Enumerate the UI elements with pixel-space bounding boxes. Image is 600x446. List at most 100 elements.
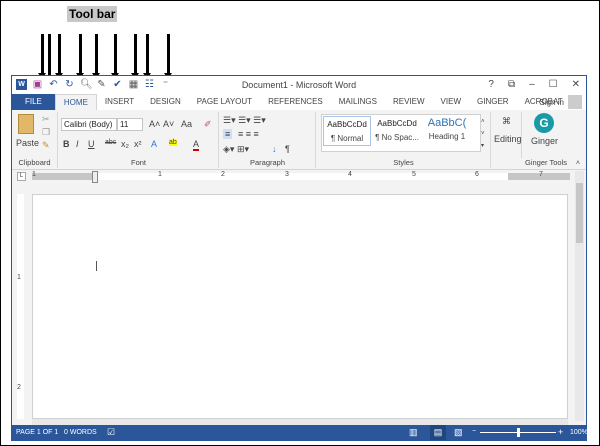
avatar[interactable] [568, 95, 582, 109]
ginger-logo-icon[interactable]: G [534, 113, 554, 133]
style-name: ¶ No Spac... [375, 133, 419, 142]
text-cursor [96, 261, 97, 271]
window-controls: ? ⧉ – ☐ ✕ [488, 79, 580, 90]
show-formatting-icon[interactable]: ¶ [285, 144, 290, 154]
status-bar: PAGE 1 OF 1 0 WORDS ☑ ▥ ▤ ▧ − + 100% [12, 425, 588, 440]
format-painter-icon[interactable]: ✎ [42, 140, 50, 151]
find-icon[interactable]: ⌘ [502, 116, 511, 127]
proofing-icon[interactable]: ☑ [107, 427, 115, 438]
tab-ginger[interactable]: GINGER [469, 94, 517, 110]
styles-scroll-icon[interactable]: ˄ ˅ ▾ [481, 116, 485, 152]
paste-button[interactable]: Paste [16, 138, 39, 148]
ruler-margin [32, 173, 94, 180]
paragraph-group: ☰▾ ☰▾ ☰▾ ≡ ≡ ≡ ≡ ◈▾ ⊞▾ ↓ ¶ Paragraph [220, 112, 316, 168]
sort-icon[interactable]: ↓ [272, 144, 277, 154]
style-name: Heading 1 [428, 132, 466, 141]
subscript-icon[interactable]: x₂ [121, 139, 129, 149]
toolbar-annotation-label: Tool bar [67, 6, 118, 22]
close-button[interactable]: ✕ [572, 79, 580, 90]
tab-design[interactable]: DESIGN [142, 94, 189, 110]
maximize-button[interactable]: ☐ [549, 79, 558, 90]
italic-icon[interactable]: I [76, 139, 79, 149]
zoom-slider-thumb[interactable] [517, 428, 520, 437]
ruler-number: 1 [32, 171, 36, 178]
superscript-icon[interactable]: x² [134, 139, 142, 149]
editing-button[interactable]: Editing [494, 134, 522, 144]
group-label: Clipboard [18, 158, 51, 167]
zoom-out-button[interactable]: − [472, 428, 476, 435]
clear-formatting-icon[interactable]: ✐ [204, 119, 212, 130]
font-color-icon[interactable]: A [193, 139, 200, 151]
collapse-ribbon-icon[interactable]: ˄ [576, 160, 580, 167]
bullets-icon[interactable]: ☰▾ ☰▾ ☰▾ [223, 115, 266, 126]
group-label: Ginger Tools [525, 158, 567, 167]
text-effects-icon[interactable]: A [151, 139, 157, 149]
tab-page-layout[interactable]: PAGE LAYOUT [189, 94, 260, 110]
annotation-arrow [92, 34, 100, 79]
styles-group: AaBbCcDd ¶ Normal AaBbCcDd ¶ No Spac... … [317, 112, 491, 168]
tab-references[interactable]: REFERENCES [260, 94, 331, 110]
annotation-arrow [143, 34, 151, 79]
horizontal-ruler[interactable]: L 1 1 2 3 4 5 6 7 [12, 171, 586, 183]
shading-icon[interactable]: ◈▾ ⊞▾ [223, 144, 249, 155]
title-bar: W ▣ ↶ ↻ 🔍︎ ✎ ✔ ▦ ☷ ⁼ Document1 - Microso… [12, 76, 586, 94]
copy-icon[interactable]: ❐ [42, 127, 50, 138]
align-left-icon[interactable]: ≡ [223, 129, 233, 139]
zoom-in-button[interactable]: + [558, 427, 563, 437]
minimize-button[interactable]: – [529, 79, 535, 90]
web-layout-icon[interactable]: ▧ [454, 427, 463, 438]
paste-icon[interactable] [18, 114, 34, 134]
read-mode-icon[interactable]: ▥ [409, 427, 418, 438]
style-no-spacing[interactable]: AaBbCcDd ¶ No Spac... [373, 119, 421, 142]
style-heading-1[interactable]: AaBbC( Heading 1 [423, 117, 471, 141]
highlight-icon[interactable]: ab [169, 139, 177, 146]
ribbon-display-button[interactable]: ⧉ [508, 79, 515, 90]
bold-icon[interactable]: B [63, 139, 70, 149]
ruler-number: 5 [412, 171, 416, 178]
style-preview: AaBbC( [427, 117, 467, 129]
ginger-group: G Ginger Ginger Tools [523, 112, 569, 168]
tab-file[interactable]: FILE [12, 94, 55, 110]
align-options-icon[interactable]: ≡ ≡ ≡ [238, 129, 259, 139]
scroll-thumb[interactable] [576, 183, 583, 243]
print-layout-icon[interactable]: ▤ [430, 425, 446, 440]
tab-selector[interactable]: L [17, 172, 26, 181]
annotation-arrow [38, 34, 46, 79]
group-label: Paragraph [249, 158, 286, 167]
tab-view[interactable]: VIEW [433, 94, 469, 110]
shrink-font-icon[interactable]: A˅ [163, 119, 174, 129]
word-window: W ▣ ↶ ↻ 🔍︎ ✎ ✔ ▦ ☷ ⁼ Document1 - Microso… [11, 75, 588, 441]
font-name-dropdown[interactable]: Calibri (Body) [61, 118, 117, 131]
change-case-button[interactable]: Aa [181, 119, 192, 129]
sign-in-link[interactable]: Sign in [540, 98, 564, 107]
strikethrough-icon[interactable]: abc [105, 139, 116, 146]
annotation-arrow [131, 34, 139, 79]
tab-review[interactable]: REVIEW [385, 94, 433, 110]
clipboard-group: Paste ✂ ❐ ✎ Clipboard [12, 112, 58, 168]
editing-group: ⌘ Editing [492, 112, 522, 158]
ruler-bar [32, 173, 570, 180]
word-count[interactable]: 0 WORDS [64, 429, 97, 436]
document-page[interactable] [32, 194, 568, 419]
group-label: Styles [393, 158, 414, 167]
underline-icon[interactable]: U [88, 139, 95, 149]
ginger-button[interactable]: Ginger [531, 136, 558, 146]
help-button[interactable]: ? [488, 79, 494, 90]
style-normal[interactable]: AaBbCcDd ¶ Normal [323, 116, 371, 146]
ribbon-tabs: FILE HOME INSERT DESIGN PAGE LAYOUT REFE… [12, 94, 586, 110]
grow-font-icon[interactable]: A˄ [149, 119, 160, 129]
tab-mailings[interactable]: MAILINGS [331, 94, 385, 110]
indent-marker[interactable] [92, 171, 98, 183]
group-label: Font [130, 158, 146, 167]
page-count[interactable]: PAGE 1 OF 1 [16, 429, 58, 436]
ruler-number: 6 [475, 171, 479, 178]
vertical-scrollbar[interactable] [575, 171, 584, 421]
tab-insert[interactable]: INSERT [97, 94, 142, 110]
font-size-dropdown[interactable]: 11 [117, 118, 143, 131]
zoom-level[interactable]: 100% [570, 429, 588, 436]
annotation-arrow [55, 34, 63, 79]
cut-icon[interactable]: ✂ [42, 114, 50, 125]
style-name: ¶ Normal [330, 134, 364, 143]
tab-home[interactable]: HOME [54, 94, 97, 110]
ruler-number: 4 [348, 171, 352, 178]
